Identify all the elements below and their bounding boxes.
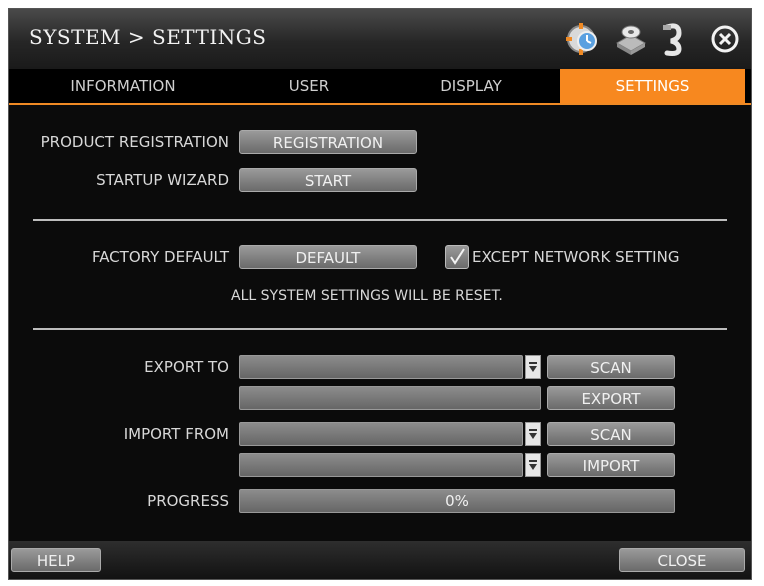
chevron-down-icon <box>529 362 537 372</box>
progress-label: PROGRESS <box>147 492 229 510</box>
title-bar: SYSTEM > SETTINGS <box>9 9 751 69</box>
tab-settings[interactable]: SETTINGS <box>560 69 745 103</box>
export-scan-button[interactable]: SCAN <box>547 355 675 379</box>
bottom-bar: HELP CLOSE <box>9 541 751 579</box>
export-dropdown-button[interactable] <box>525 355 541 379</box>
settings-content: PRODUCT REGISTRATION REGISTRATION STARTU… <box>9 105 751 541</box>
import-button[interactable]: IMPORT <box>547 453 675 477</box>
tab-information[interactable]: INFORMATION <box>9 69 237 103</box>
product-registration-label: PRODUCT REGISTRATION <box>40 133 229 151</box>
import-scan-button[interactable]: SCAN <box>547 422 675 446</box>
divider <box>33 219 727 221</box>
checkmark-icon <box>450 248 465 265</box>
export-device-select[interactable] <box>239 355 523 379</box>
progress-text: 0% <box>445 492 469 510</box>
usb-icon[interactable] <box>655 21 691 57</box>
tab-display[interactable]: DISPLAY <box>381 69 561 103</box>
export-to-label: EXPORT TO <box>144 358 229 376</box>
except-network-label: EXCEPT NETWORK SETTING <box>472 248 680 266</box>
settings-window: SYSTEM > SETTINGS INFORMATION USER DISPL… <box>8 8 752 580</box>
close-button[interactable]: CLOSE <box>619 548 745 572</box>
divider <box>33 328 727 330</box>
import-file-dropdown-button[interactable] <box>525 453 541 477</box>
import-file-select[interactable] <box>239 453 523 477</box>
help-button[interactable]: HELP <box>11 548 101 572</box>
disk-icon[interactable] <box>613 21 649 57</box>
tab-bar: INFORMATION USER DISPLAY SETTINGS <box>9 69 751 105</box>
export-path-field[interactable] <box>239 386 541 410</box>
factory-default-label: FACTORY DEFAULT <box>91 248 229 266</box>
reset-notice: ALL SYSTEM SETTINGS WILL BE RESET. <box>231 288 503 304</box>
chevron-down-icon <box>529 429 537 439</box>
progress-bar: 0% <box>239 489 675 513</box>
chevron-down-icon <box>529 460 537 470</box>
gear-clock-icon[interactable] <box>565 21 601 57</box>
tab-user[interactable]: USER <box>237 69 381 103</box>
startup-wizard-label: STARTUP WIZARD <box>96 171 229 189</box>
default-button[interactable]: DEFAULT <box>239 245 417 269</box>
export-button[interactable]: EXPORT <box>547 386 675 410</box>
registration-button[interactable]: REGISTRATION <box>239 130 417 154</box>
start-button[interactable]: START <box>239 168 417 192</box>
window-title: SYSTEM > SETTINGS <box>29 25 267 49</box>
import-dropdown-button[interactable] <box>525 422 541 446</box>
close-circle-icon[interactable] <box>707 21 743 57</box>
import-from-label: IMPORT FROM <box>123 425 229 443</box>
import-device-select[interactable] <box>239 422 523 446</box>
except-network-checkbox[interactable] <box>445 245 469 269</box>
